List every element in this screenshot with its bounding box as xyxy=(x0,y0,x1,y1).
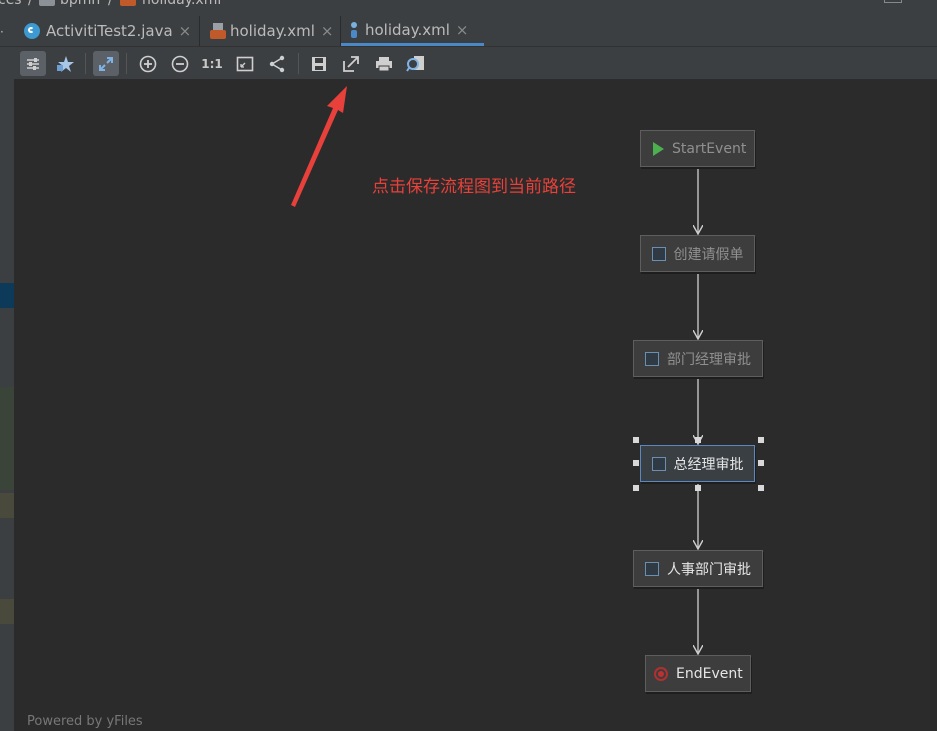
task-hr-department-approval[interactable]: 人事部门审批 xyxy=(633,550,763,587)
annotation-arrow xyxy=(291,86,347,207)
resize-handle[interactable] xyxy=(758,485,764,491)
task-department-manager-approval[interactable]: 部门经理审批 xyxy=(633,340,763,377)
resize-handle[interactable] xyxy=(695,437,701,443)
task-create-leave-form[interactable]: 创建请假单 xyxy=(640,235,755,272)
task-general-manager-approval[interactable]: 总经理审批 xyxy=(640,445,755,482)
node-label: EndEvent xyxy=(676,665,743,682)
user-task-icon xyxy=(645,561,659,576)
user-task-icon xyxy=(651,246,666,261)
node-label: 创建请假单 xyxy=(673,246,744,263)
user-task-icon xyxy=(651,456,666,471)
node-label: 总经理审批 xyxy=(673,456,744,473)
node-label: 人事部门审批 xyxy=(667,561,751,578)
diagram-connectors xyxy=(291,86,937,731)
resize-handle[interactable] xyxy=(633,485,639,491)
annotation-text: 点击保存流程图到当前路径 xyxy=(372,177,576,197)
user-task-icon xyxy=(645,351,659,366)
node-label: StartEvent xyxy=(672,140,747,157)
yfiles-watermark: Powered by yFiles xyxy=(27,714,143,729)
play-icon xyxy=(653,141,664,156)
resize-handle[interactable] xyxy=(758,460,764,466)
resize-handle[interactable] xyxy=(633,437,639,443)
resize-handle[interactable] xyxy=(633,460,639,466)
end-event-node[interactable]: EndEvent xyxy=(645,655,751,692)
end-event-icon xyxy=(654,666,668,681)
node-label: 部门经理审批 xyxy=(667,351,751,368)
start-event-node[interactable]: StartEvent xyxy=(640,130,755,167)
resize-handle[interactable] xyxy=(758,437,764,443)
resize-handle[interactable] xyxy=(695,485,701,491)
